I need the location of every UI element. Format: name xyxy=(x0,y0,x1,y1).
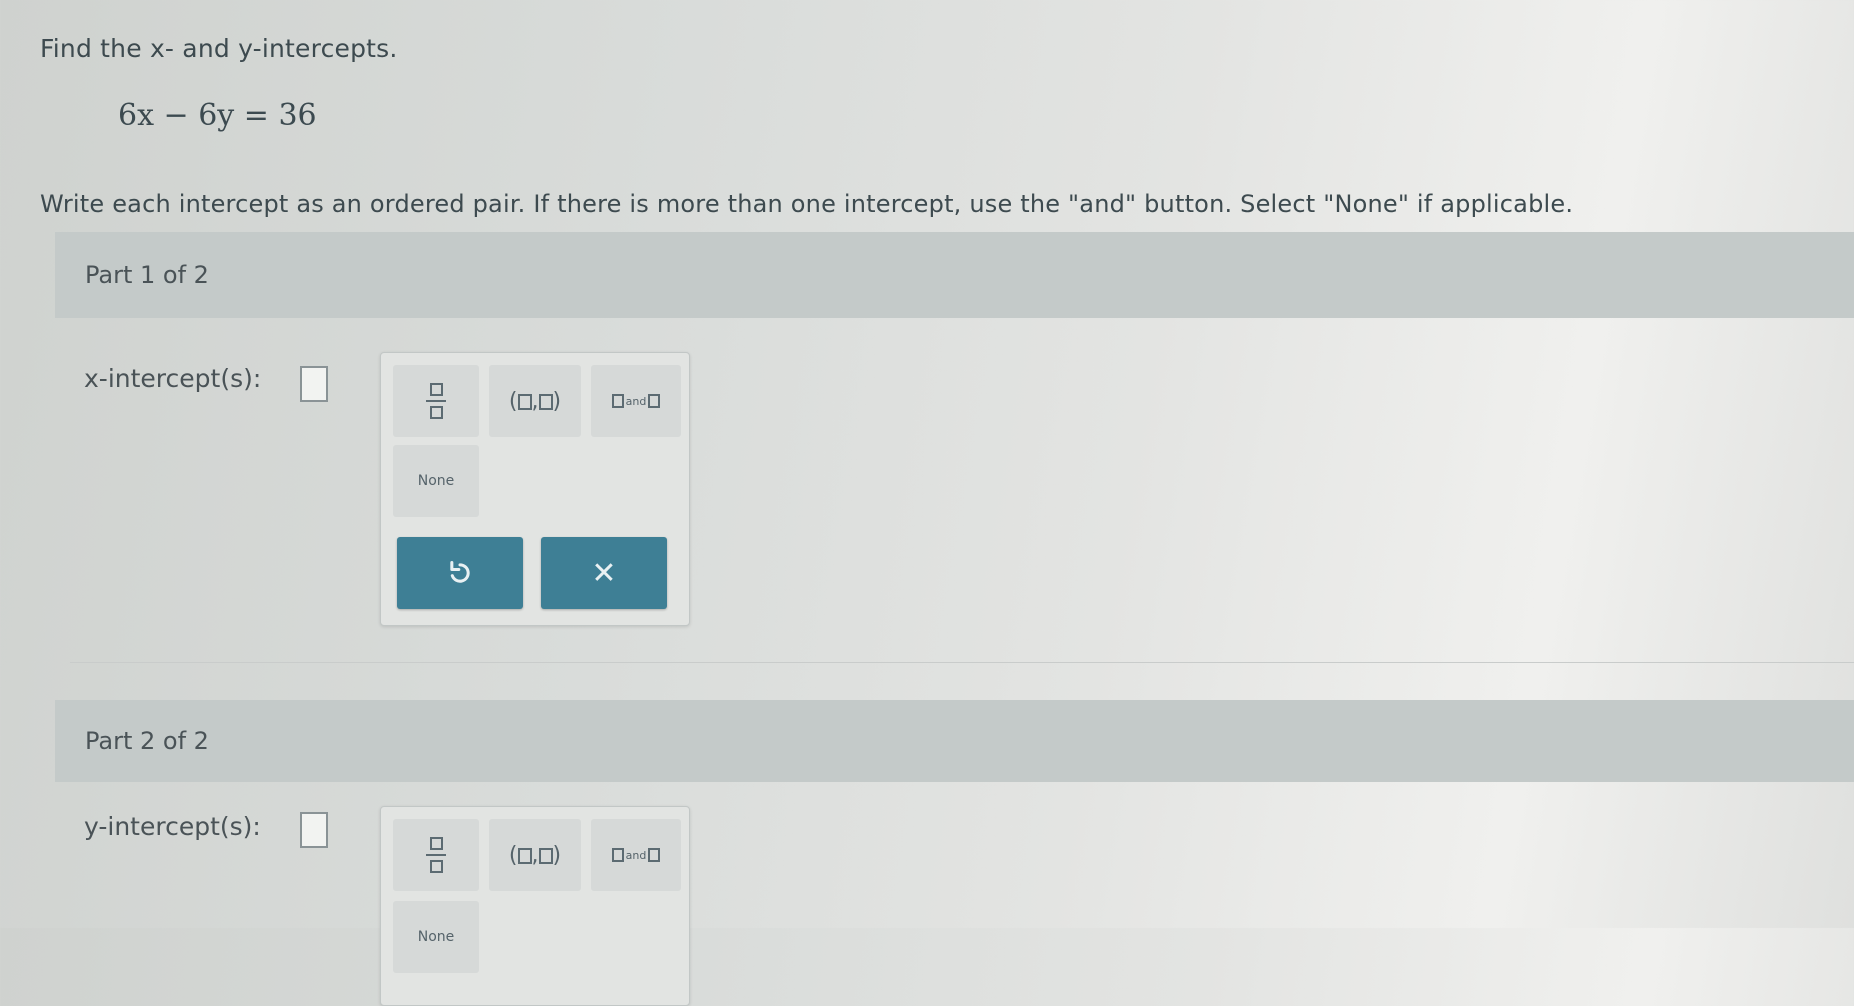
fraction-icon xyxy=(426,383,446,419)
x-intercept-label: x-intercept(s): xyxy=(84,364,262,393)
clear-button[interactable]: ✕ xyxy=(541,537,667,609)
y-intercept-label: y-intercept(s): xyxy=(84,812,261,841)
none-button[interactable]: None xyxy=(393,901,479,973)
x-intercept-input[interactable] xyxy=(300,366,328,402)
part-2-title: Part 2 of 2 xyxy=(85,727,209,755)
ordered-pair-button[interactable]: (,) xyxy=(489,819,581,891)
undo-icon xyxy=(450,560,470,583)
equation: 6x − 6y = 36 xyxy=(118,98,317,133)
ordered-pair-icon: (,) xyxy=(508,842,562,868)
fraction-button[interactable] xyxy=(393,365,479,437)
fraction-button[interactable] xyxy=(393,819,479,891)
ordered-pair-button[interactable]: (,) xyxy=(489,365,581,437)
part-1-header: Part 1 of 2 xyxy=(55,232,1854,318)
part-1-title: Part 1 of 2 xyxy=(85,261,209,289)
keypad-part-2: (,) and None xyxy=(380,806,690,1006)
and-button[interactable]: and xyxy=(591,365,681,437)
part-2-header: Part 2 of 2 xyxy=(55,700,1854,782)
y-intercept-input[interactable] xyxy=(300,812,328,848)
none-button[interactable]: None xyxy=(393,445,479,517)
close-icon: ✕ xyxy=(591,555,617,591)
fraction-icon xyxy=(426,837,446,873)
instructions: Write each intercept as an ordered pair.… xyxy=(40,190,1574,218)
keypad-part-1: (,) and None ✕ xyxy=(380,352,690,626)
part-divider xyxy=(70,662,1854,663)
and-button[interactable]: and xyxy=(591,819,681,891)
question-prompt: Find the x- and y-intercepts. xyxy=(40,34,398,63)
undo-button[interactable] xyxy=(397,537,523,609)
ordered-pair-icon: (,) xyxy=(508,388,562,414)
